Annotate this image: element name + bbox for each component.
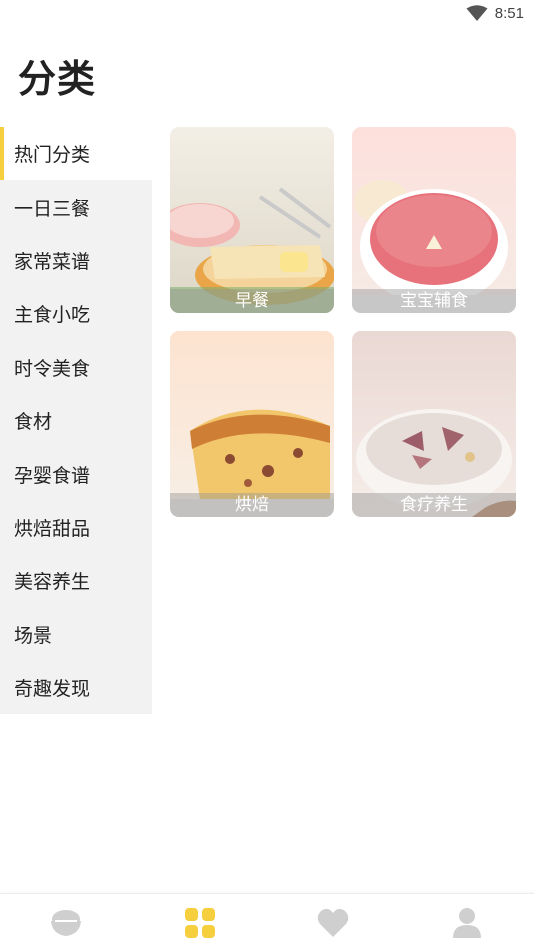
toast-breakfast-image — [170, 127, 334, 313]
sidebar-item-seasonal[interactable]: 时令美食 — [0, 341, 152, 394]
sidebar-item-home-recipes[interactable]: 家常菜谱 — [0, 234, 152, 287]
category-sidebar: 热门分类 一日三餐 家常菜谱 主食小吃 时令美食 食材 孕婴食谱 烘焙甜品 美容… — [0, 127, 152, 714]
sidebar-item-label: 热门分类 — [14, 144, 91, 167]
category-card-label: 烘焙 — [170, 493, 334, 517]
heart-icon[interactable] — [316, 906, 350, 940]
sidebar-item-three-meals[interactable]: 一日三餐 — [0, 180, 152, 233]
status-bar: 8:51 — [0, 0, 534, 28]
sidebar-item-baking-desserts[interactable]: 烘焙甜品 — [0, 501, 152, 554]
sidebar-item-label: 主食小吃 — [14, 304, 91, 327]
sidebar-item-fun-discoveries[interactable]: 奇趣发现 — [0, 661, 152, 714]
sidebar-item-scenes[interactable]: 场景 — [0, 608, 152, 661]
category-card-health[interactable]: 食疗养生 — [352, 331, 516, 517]
person-icon[interactable] — [450, 906, 484, 940]
category-card-baking[interactable]: 烘焙 — [170, 331, 334, 517]
sidebar-item-label: 食材 — [14, 411, 53, 434]
sidebar-item-beauty-health[interactable]: 美容养生 — [0, 554, 152, 607]
sidebar-item-label: 烘焙甜品 — [14, 517, 91, 540]
category-grid-icon[interactable] — [183, 906, 217, 940]
sidebar-item-ingredients[interactable]: 食材 — [0, 394, 152, 447]
sidebar-item-label: 孕婴食谱 — [14, 464, 91, 487]
sidebar-item-label: 一日三餐 — [14, 197, 91, 220]
category-card-label: 食疗养生 — [352, 493, 516, 517]
category-card-baby-food[interactable]: 宝宝辅食 — [352, 127, 516, 313]
pound-cake-image — [170, 331, 334, 517]
sidebar-item-staples-snacks[interactable]: 主食小吃 — [0, 287, 152, 340]
wifi-icon — [466, 5, 488, 21]
category-card-breakfast[interactable]: 早餐 — [170, 127, 334, 313]
soup-bowl-image — [352, 331, 516, 517]
category-card-label: 早餐 — [170, 289, 334, 313]
status-time: 8:51 — [494, 5, 524, 22]
page-title: 分类 — [18, 57, 97, 101]
sidebar-item-label: 场景 — [14, 624, 53, 647]
sidebar-item-hot[interactable]: 热门分类 — [0, 127, 152, 181]
baby-puree-image — [352, 127, 516, 313]
sidebar-item-label: 奇趣发现 — [14, 678, 91, 701]
sidebar-item-label: 家常菜谱 — [14, 250, 91, 273]
bottom-tab-bar — [0, 893, 534, 949]
sidebar-item-label: 美容养生 — [14, 571, 91, 594]
sidebar-item-maternal-baby[interactable]: 孕婴食谱 — [0, 447, 152, 500]
sidebar-item-label: 时令美食 — [14, 357, 91, 380]
category-card-label: 宝宝辅食 — [352, 289, 516, 313]
rice-bowl-icon[interactable] — [49, 906, 83, 940]
